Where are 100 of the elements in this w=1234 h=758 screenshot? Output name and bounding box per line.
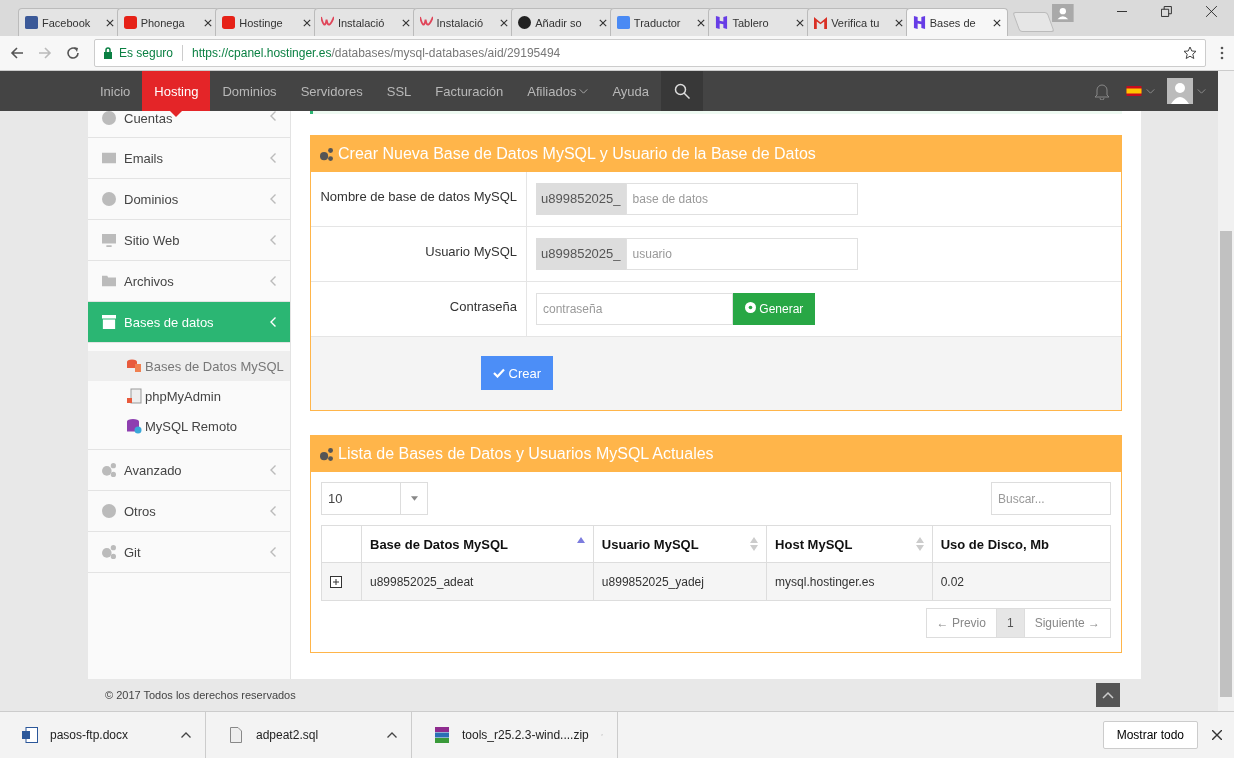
browser-tab[interactable]: Bases de: [905, 8, 1009, 36]
address-field[interactable]: Es seguro https://cpanel.hostinger.es/databases/mysql-databases/aid/29195494: [94, 39, 1206, 67]
download-item[interactable]: adpeat2.sql: [206, 712, 412, 758]
reload-icon[interactable]: [66, 46, 80, 60]
sidebar-icon: [102, 463, 116, 477]
table-cell: mysql.hostinger.es: [766, 562, 933, 601]
tab-title: Traductor: [633, 16, 682, 29]
sidebar-item[interactable]: Git: [88, 532, 290, 573]
chevron-icon: [270, 276, 276, 286]
security-label: Es seguro: [119, 46, 174, 60]
scroll-top-button[interactable]: [1096, 683, 1120, 707]
pagination-link[interactable]: 1: [995, 608, 1025, 638]
close-icon[interactable]: [993, 18, 1002, 27]
panel-title: Crear Nueva Base de Datos MySQL y Usuario de la Base de Datos: [338, 145, 816, 163]
favicon-icon: [25, 16, 38, 29]
sidebar-item[interactable]: Emails: [88, 138, 290, 179]
page-size-select[interactable]: 10: [321, 482, 428, 515]
field-label: Usuario MySQL: [311, 227, 527, 281]
download-item[interactable]: pasos-ftp.docx: [0, 712, 206, 758]
search-field[interactable]: Buscar...: [991, 482, 1111, 515]
sidebar-icon: [102, 151, 116, 165]
copyright-text: © 2017 Todos los derechos reservados: [105, 689, 296, 701]
chevron-icon: [270, 235, 276, 245]
close-icon[interactable]: [598, 18, 607, 27]
tab-title: Tablero: [732, 16, 770, 29]
nav-link[interactable]: Facturación: [423, 71, 516, 111]
chevron-icon: [270, 506, 276, 516]
submenu-item[interactable]: MySQL Remoto: [88, 411, 290, 441]
nav-link[interactable]: SSL: [374, 71, 424, 111]
chevron-icon: [270, 317, 276, 327]
menu-icon[interactable]: [1220, 46, 1224, 60]
sort-ascending-icon: [576, 536, 585, 543]
chevron-icon: [270, 547, 276, 557]
table-cell: 0.02: [932, 562, 1111, 601]
table-cell: u899852025_adeat: [361, 562, 594, 601]
column-header[interactable]: Base de Datos MySQL: [361, 525, 594, 563]
expand-icon[interactable]: [330, 575, 342, 588]
nav-link[interactable]: Ayuda: [600, 71, 662, 111]
star-icon[interactable]: [1183, 46, 1197, 60]
input-field[interactable]: contraseña: [536, 293, 733, 325]
nav-link[interactable]: Servidores: [288, 71, 375, 111]
tab-title: Facebook: [42, 16, 92, 29]
input-field[interactable]: usuario: [625, 238, 858, 270]
close-icon[interactable]: [204, 18, 213, 27]
close-icon[interactable]: [1206, 5, 1218, 17]
flag-icon[interactable]: [1126, 86, 1142, 96]
favicon-icon: [222, 16, 236, 29]
sidebar-item[interactable]: Dominios: [88, 179, 290, 220]
column-header[interactable]: Host MySQL: [766, 525, 933, 563]
close-icon[interactable]: [1212, 730, 1222, 740]
submenu-item[interactable]: Bases de Datos MySQL: [88, 351, 290, 381]
chevron-icon: [270, 465, 276, 475]
input-field[interactable]: base de datos: [625, 183, 858, 215]
tab-title: Hostinge: [239, 16, 284, 29]
pagination-link[interactable]: Siguiente →: [1023, 608, 1111, 638]
close-icon[interactable]: [401, 18, 410, 27]
search-button[interactable]: [661, 71, 704, 111]
download-item[interactable]: tools_r25.2.3-wind....zip: [412, 712, 618, 758]
table-cell: u899852025_yadej: [593, 562, 767, 601]
pagination-link[interactable]: ← Previo: [925, 608, 997, 638]
submenu-item[interactable]: phpMyAdmin: [88, 381, 290, 411]
back-icon[interactable]: [10, 46, 24, 60]
search-icon: [674, 83, 691, 99]
close-icon[interactable]: [302, 18, 311, 27]
chevron-icon: [270, 153, 276, 163]
scrollbar[interactable]: [1218, 71, 1234, 711]
close-icon[interactable]: [500, 18, 509, 27]
sidebar-icon: [102, 111, 116, 125]
nav-link[interactable]: Dominios: [210, 71, 289, 111]
sidebar-item[interactable]: Sitio Web: [88, 220, 290, 261]
restore-icon[interactable]: [1161, 5, 1173, 17]
show-all-button[interactable]: Mostrar todo: [1102, 721, 1198, 749]
close-icon[interactable]: [894, 18, 903, 27]
favicon-icon: [616, 16, 630, 29]
column-header[interactable]: Uso de Disco, Mb: [932, 525, 1111, 563]
sidebar-item[interactable]: Avanzado: [88, 450, 290, 491]
database-icon: [126, 418, 142, 434]
gears-icon: [320, 447, 333, 461]
input-prefix: u899852025_: [536, 183, 626, 215]
database-icon: [126, 358, 142, 374]
column-header[interactable]: Usuario MySQL: [593, 525, 767, 563]
active-pointer: [170, 111, 183, 117]
close-icon[interactable]: [697, 18, 706, 27]
gear-icon: [745, 302, 756, 313]
favicon-icon: [912, 16, 926, 29]
chevron-icon: [270, 111, 276, 121]
sort-icon: [915, 537, 924, 551]
tab-title: Verifica tu: [831, 16, 881, 29]
sidebar-item[interactable]: Cuentas: [88, 111, 290, 138]
nav-link[interactable]: Afiliados: [515, 71, 601, 111]
close-icon[interactable]: [796, 18, 805, 27]
favicon-icon: [123, 16, 137, 29]
close-icon[interactable]: [105, 18, 114, 27]
file-icon: [434, 727, 450, 743]
favicon-icon: [419, 16, 433, 29]
sidebar-item[interactable]: Otros: [88, 491, 290, 532]
nav-link[interactable]: Inicio: [88, 71, 143, 111]
database-icon: [126, 388, 142, 404]
nav-link[interactable]: Hosting: [142, 71, 211, 111]
input-prefix: u899852025_: [536, 238, 626, 270]
